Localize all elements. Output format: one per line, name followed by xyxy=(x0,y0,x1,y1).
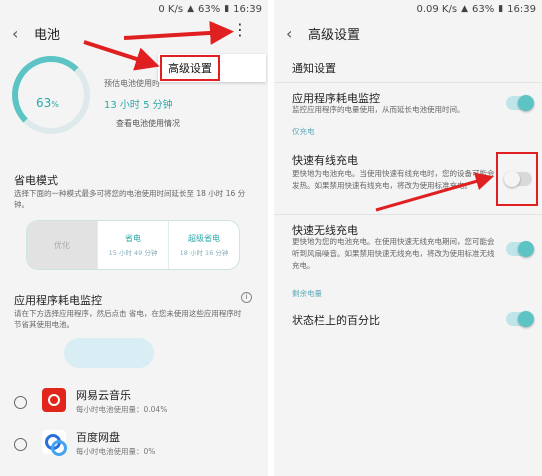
percentage-toggle[interactable] xyxy=(506,311,534,327)
fast-wired-title: 快速有线充电 xyxy=(292,154,358,167)
back-icon[interactable]: ‹ xyxy=(286,24,308,43)
advanced-settings-screen: 0.09 K/s ▲ 63% ▮ 16:39 ‹ 高级设置 通知设置 应用程序耗… xyxy=(274,0,542,476)
netease-music-icon xyxy=(42,388,66,412)
battery-percent: 63% xyxy=(36,96,59,110)
list-item[interactable]: 网易云音乐 每小时电池使用量：0.04% xyxy=(0,382,268,422)
clock: 16:39 xyxy=(233,3,262,15)
power-mode-desc: 选择下面的一种模式最多可将您的电池使用时间延长至 18 小时 16 分钟。 xyxy=(14,189,246,209)
monitor-desc: 请在下方选择应用程序，然后点击 省电，在您未使用这些应用程序时节省其使用电池。 xyxy=(14,309,242,329)
battery-screen: 0 K/s ▲ 63% ▮ 16:39 ‹ 电池 ⋮ 63% 预估电池使用时 1… xyxy=(0,0,268,476)
signal-icon: ▲ xyxy=(187,4,194,14)
estimated-time: 13 小时 5 分钟 xyxy=(104,100,173,111)
mode-optimized[interactable]: 优化 xyxy=(27,221,98,269)
notification-settings[interactable]: 通知设置 xyxy=(292,60,336,76)
battery-icon: ▮ xyxy=(498,4,504,14)
menu-item-advanced-settings[interactable]: 高级设置 xyxy=(160,55,220,81)
battery-icon: ▮ xyxy=(224,4,230,14)
more-vert-icon[interactable]: ⋮ xyxy=(232,22,248,38)
fast-wired-desc: 更快地为电池充电。当使用快速有线充电时，您的设备可能会发热。如果禁用快速有线充电… xyxy=(292,169,495,190)
mode-power-saving[interactable]: 省电 15 小时 49 分钟 xyxy=(98,221,169,269)
app-name: 百度网盘 xyxy=(76,431,120,444)
app-usage: 每小时电池使用量：0% xyxy=(76,447,156,456)
status-bar: 0.09 K/s ▲ 63% ▮ 16:39 xyxy=(274,0,542,18)
info-icon[interactable]: i xyxy=(241,292,252,303)
app-radio[interactable] xyxy=(14,438,27,451)
network-speed: 0 K/s xyxy=(158,3,184,15)
highlight-box xyxy=(496,152,538,206)
page-title: 电池 xyxy=(34,27,61,43)
app-name: 网易云音乐 xyxy=(76,389,131,402)
monitor-title: 应用程序耗电监控 xyxy=(14,294,102,307)
app-radio[interactable] xyxy=(14,396,27,409)
status-bar: 0 K/s ▲ 63% ▮ 16:39 xyxy=(0,0,268,18)
percentage-title: 状态栏上的百分比 xyxy=(292,314,380,327)
usage-link[interactable]: 查看电池使用情况 xyxy=(116,118,180,129)
fast-wireless-toggle[interactable] xyxy=(506,241,534,257)
battery-level: 63% xyxy=(197,3,221,15)
save-power-button[interactable] xyxy=(64,338,154,368)
network-speed: 0.09 K/s xyxy=(416,3,458,15)
signal-icon: ▲ xyxy=(461,4,468,14)
divider xyxy=(274,82,542,83)
divider xyxy=(274,214,542,215)
category-remaining: 剩余电量 xyxy=(292,289,322,298)
fast-wireless-desc: 更快地为您的电池充电。在使用快速无线充电期间，您可能会听到风扇噪音。如果禁用快速… xyxy=(292,237,495,270)
list-item[interactable]: 百度网盘 每小时电池使用量：0% xyxy=(0,424,268,464)
battery-level: 63% xyxy=(471,3,495,15)
category-charging: 仅充电 xyxy=(292,127,315,136)
estimated-label: 预估电池使用时 xyxy=(104,79,160,88)
app-bar: ‹ 高级设置 xyxy=(274,18,542,48)
back-icon[interactable]: ‹ xyxy=(12,24,34,43)
battery-gauge xyxy=(12,56,90,134)
app-bar: ‹ 电池 xyxy=(0,18,268,48)
clock: 16:39 xyxy=(507,3,536,15)
power-mode-selector: 优化 省电 15 小时 49 分钟 超级省电 18 小时 16 分钟 xyxy=(26,220,240,270)
mode-ultra-saving[interactable]: 超级省电 18 小时 16 分钟 xyxy=(169,221,239,269)
power-mode-title: 省电模式 xyxy=(14,174,58,187)
app-monitor-toggle[interactable] xyxy=(506,95,534,111)
baidu-netdisk-icon xyxy=(42,430,67,456)
app-monitor-desc: 监控应用程序的电量使用，从而延长电池使用时间。 xyxy=(292,105,465,114)
page-title: 高级设置 xyxy=(308,27,361,43)
app-usage: 每小时电池使用量：0.04% xyxy=(76,405,168,414)
